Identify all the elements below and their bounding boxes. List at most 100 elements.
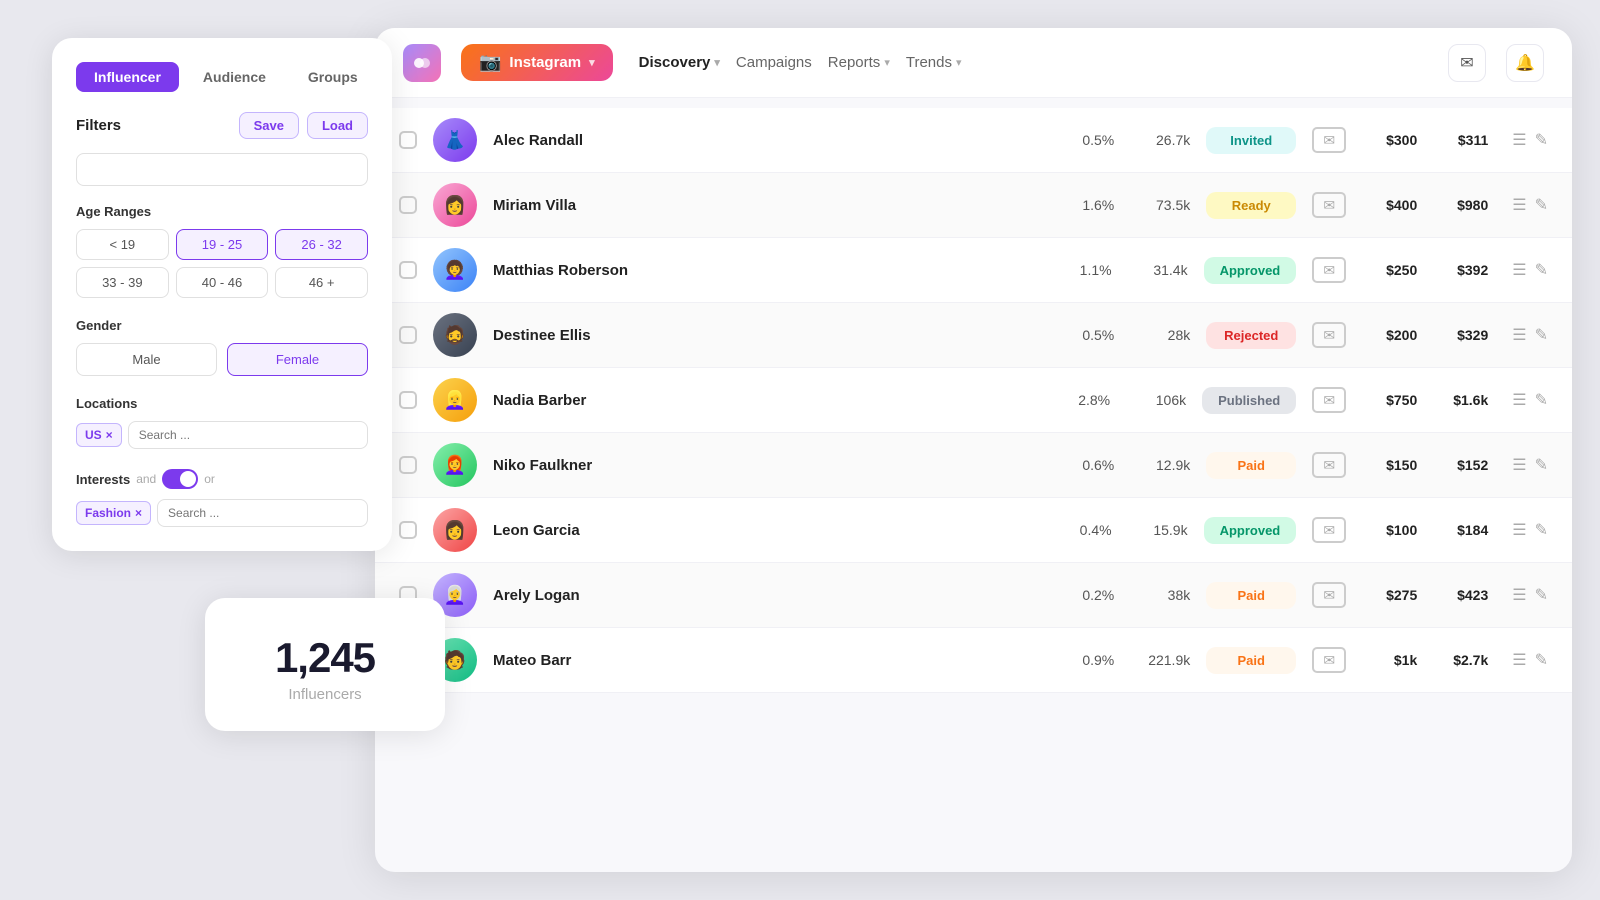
edit-icon[interactable]: ✎ (1535, 130, 1548, 150)
edit-icon[interactable]: ✎ (1535, 195, 1548, 215)
row-checkbox-5[interactable] (399, 456, 417, 474)
save-button[interactable]: Save (239, 112, 299, 139)
row-checkbox-0[interactable] (399, 131, 417, 149)
locations-input-row: US × (76, 421, 368, 449)
interests-section: Interests and or Fashion × (76, 469, 368, 527)
row-actions: ☰ ✎ (1512, 520, 1548, 540)
influencer-table: 👗 Alec Randall 0.5% 26.7k Invited ✉ $300… (375, 98, 1572, 872)
gender-row: Male Female (76, 343, 368, 376)
edit-icon[interactable]: ✎ (1535, 390, 1548, 410)
nav-reports[interactable]: Reports ▾ (822, 54, 896, 71)
list-icon[interactable]: ☰ (1512, 130, 1526, 150)
interest-search-input[interactable] (157, 499, 368, 527)
influencer-name: Destinee Ellis (493, 327, 1038, 344)
message-icon-button[interactable]: ✉ (1312, 582, 1346, 608)
message-icon-button[interactable]: ✉ (1312, 322, 1346, 348)
row-checkbox-6[interactable] (399, 521, 417, 539)
influencer-name: Nadia Barber (493, 392, 1034, 409)
edit-icon[interactable]: ✎ (1535, 650, 1548, 670)
trends-chevron-icon: ▾ (956, 56, 962, 69)
list-icon[interactable]: ☰ (1512, 520, 1526, 540)
filter-search-input[interactable] (76, 153, 368, 186)
tab-audience[interactable]: Audience (185, 62, 284, 92)
influencer-name: Mateo Barr (493, 652, 1038, 669)
instagram-platform-button[interactable]: 📷 Instagram ▾ (461, 44, 613, 81)
status-badge: Published (1202, 387, 1296, 414)
row-checkbox-4[interactable] (399, 391, 417, 409)
list-icon[interactable]: ☰ (1512, 585, 1526, 605)
price-1: $1k (1362, 652, 1417, 668)
edit-icon[interactable]: ✎ (1535, 260, 1548, 280)
price-1: $150 (1362, 457, 1417, 473)
engagement-rate: 0.2% (1054, 587, 1114, 603)
table-row: 👩‍🦰 Niko Faulkner 0.6% 12.9k Paid ✉ $150… (375, 433, 1572, 498)
status-badge: Approved (1204, 257, 1297, 284)
location-search-input[interactable] (128, 421, 368, 449)
edit-icon[interactable]: ✎ (1535, 455, 1548, 475)
message-icon-button[interactable]: ✉ (1312, 192, 1346, 218)
load-button[interactable]: Load (307, 112, 368, 139)
mail-icon-button[interactable]: ✉ (1448, 44, 1486, 82)
row-actions: ☰ ✎ (1512, 390, 1548, 410)
age-btn-19-25[interactable]: 19 - 25 (176, 229, 269, 260)
influencer-count: 1,245 (235, 634, 415, 682)
age-btn-46plus[interactable]: 46 + (275, 267, 368, 298)
notification-icon-button[interactable]: 🔔 (1506, 44, 1544, 82)
nav-trends[interactable]: Trends ▾ (900, 54, 968, 71)
list-icon[interactable]: ☰ (1512, 260, 1526, 280)
filter-tabs: Influencer Audience Groups (76, 62, 368, 92)
edit-icon[interactable]: ✎ (1535, 325, 1548, 345)
list-icon[interactable]: ☰ (1512, 455, 1526, 475)
table-row: 👩‍🦱 Matthias Roberson 1.1% 31.4k Approve… (375, 238, 1572, 303)
list-icon[interactable]: ☰ (1512, 325, 1526, 345)
interest-tag-fashion: Fashion × (76, 501, 151, 525)
location-tag-remove[interactable]: × (106, 428, 113, 442)
price-2: $392 (1433, 262, 1488, 278)
list-icon[interactable]: ☰ (1512, 390, 1526, 410)
edit-icon[interactable]: ✎ (1535, 585, 1548, 605)
edit-icon[interactable]: ✎ (1535, 520, 1548, 540)
tab-influencer[interactable]: Influencer (76, 62, 179, 92)
engagement-rate: 0.9% (1054, 652, 1114, 668)
gender-male[interactable]: Male (76, 343, 217, 376)
interests-title: Interests (76, 472, 130, 487)
influencer-name: Niko Faulkner (493, 457, 1038, 474)
gender-female[interactable]: Female (227, 343, 368, 376)
age-btn-33-39[interactable]: 33 - 39 (76, 267, 169, 298)
row-checkbox-1[interactable] (399, 196, 417, 214)
tab-groups[interactable]: Groups (290, 62, 376, 92)
follower-count: 38k (1130, 587, 1190, 603)
row-actions: ☰ ✎ (1512, 455, 1548, 475)
engagement-rate: 0.5% (1054, 327, 1114, 343)
row-actions: ☰ ✎ (1512, 325, 1548, 345)
message-icon-button[interactable]: ✉ (1312, 127, 1346, 153)
nav-campaigns[interactable]: Campaigns (730, 54, 818, 71)
engagement-rate: 1.1% (1052, 262, 1112, 278)
message-icon-button[interactable]: ✉ (1312, 387, 1346, 413)
locations-section: Locations US × (76, 396, 368, 449)
message-icon-button[interactable]: ✉ (1312, 452, 1346, 478)
list-icon[interactable]: ☰ (1512, 650, 1526, 670)
list-icon[interactable]: ☰ (1512, 195, 1526, 215)
filters-header: Filters Save Load (76, 112, 368, 139)
message-icon-button[interactable]: ✉ (1312, 257, 1346, 283)
main-nav: Discovery ▾ Campaigns Reports ▾ Trends ▾ (633, 54, 968, 71)
price-2: $2.7k (1433, 652, 1488, 668)
price-2: $311 (1433, 132, 1488, 148)
message-icon-button[interactable]: ✉ (1312, 647, 1346, 673)
row-actions: ☰ ✎ (1512, 260, 1548, 280)
interest-tag-remove[interactable]: × (135, 506, 142, 520)
row-checkbox-3[interactable] (399, 326, 417, 344)
follower-count: 15.9k (1128, 522, 1188, 538)
influencer-name: Miriam Villa (493, 197, 1038, 214)
app-header: 📷 Instagram ▾ Discovery ▾ Campaigns Repo… (375, 28, 1572, 98)
message-icon-button[interactable]: ✉ (1312, 517, 1346, 543)
nav-discovery[interactable]: Discovery ▾ (633, 54, 726, 71)
age-btn-under19[interactable]: < 19 (76, 229, 169, 260)
row-checkbox-2[interactable] (399, 261, 417, 279)
interests-toggle[interactable] (162, 469, 198, 489)
filters-title: Filters (76, 117, 121, 134)
age-btn-40-46[interactable]: 40 - 46 (176, 267, 269, 298)
status-badge: Paid (1206, 452, 1296, 479)
age-btn-26-32[interactable]: 26 - 32 (275, 229, 368, 260)
